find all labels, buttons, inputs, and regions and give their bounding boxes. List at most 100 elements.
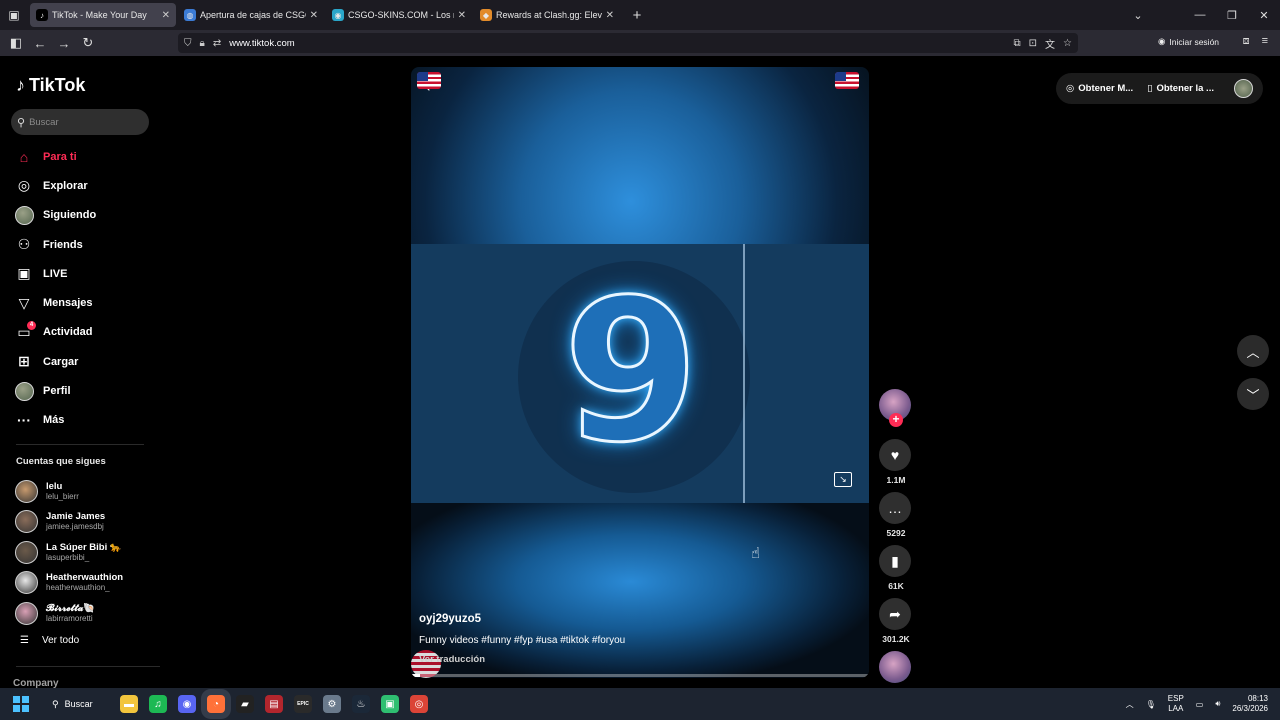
company-link[interactable]: Company [13,678,59,688]
following-account[interactable]: 𝓑𝓲𝓻𝓻𝓮𝓽𝓽𝓪🐚 labirramoretti [15,598,123,629]
spotify-icon[interactable]: ♫ [149,695,167,713]
following-account[interactable]: La Súper Bibi 🐆 lasuperbibi_ [15,537,123,568]
maximize-icon[interactable]: ❐ [1216,9,1248,22]
creator-avatar[interactable]: + [879,389,911,427]
profile-avatar[interactable] [1234,79,1253,98]
reload-icon[interactable]: ↻ [76,35,100,51]
next-video-button[interactable]: ﹀ [1237,378,1269,410]
sidebar-toggle-icon[interactable]: ◧ [4,35,28,51]
get-coins-button[interactable]: ◎ Obtener M... [1066,83,1133,94]
picture-in-picture-icon[interactable]: ⧉ [1014,38,1021,49]
music-disc-avatar[interactable] [879,651,911,683]
sidebar-item-live[interactable]: ▣ LIVE [14,259,164,288]
app-red-icon[interactable]: ▤ [265,695,283,713]
sidebar-item-para-ti[interactable]: ⌂ Para ti [14,142,164,171]
account-name: lelu [46,480,63,492]
video-author[interactable]: oyj29yuzo5 [419,613,481,625]
window-controls: ⌄ — ❐ ✕ [1122,0,1280,30]
sidebar-item-perfil[interactable]: Perfil [14,376,164,405]
comment-button[interactable]: … [879,492,911,524]
permissions-icon[interactable]: ⇄ [213,38,221,49]
sidebar-item-cargar[interactable]: ⊞ Cargar [14,347,164,376]
account-avatar [15,479,38,503]
clock[interactable]: 08:13 26/3/2026 [1232,694,1268,714]
browser-tab[interactable]: ♪ TikTok - Make Your Day ✕ [30,3,176,27]
close-tab-icon[interactable]: ✕ [162,10,170,21]
sidebar-item-explorar[interactable]: ◎ Explorar [14,171,164,200]
start-button[interactable] [0,688,42,720]
list-tabs-icon[interactable]: ⌄ [1122,9,1154,22]
sidebar-item-actividad[interactable]: ▭ 4 Actividad [14,318,164,347]
bookmark-icon: ▮ [891,552,899,569]
settings-icon[interactable]: ⚙ [323,695,341,713]
forward-icon[interactable]: → [52,36,76,51]
file-explorer-icon[interactable]: ▬ [120,695,138,713]
url-text[interactable]: www.tiktok.com [229,38,294,49]
tab-overview-icon[interactable]: ▣ [0,0,28,30]
signin-button[interactable]: ◉ Iniciar sesión [1158,36,1219,47]
see-translation-link[interactable]: Ver traducción [419,654,485,665]
sidebar-item-label: Más [43,414,65,427]
app-dark-icon[interactable]: ▰ [236,695,254,713]
taskbar-search[interactable]: ⚲ Buscar [52,699,120,710]
browser-tab[interactable]: ◍ Apertura de cajas de CSGO y CS ✕ [178,3,324,27]
save-to-pocket-icon[interactable]: ⊡ [1029,38,1037,49]
pip-icon[interactable]: ↘ [834,472,852,487]
chrome-icon[interactable]: ◎ [410,695,428,713]
windows-taskbar: ⚲ Buscar ▬ ♫ ◉ ◔ ▰ ▤ EPIC ⚙ ♨ ▣ ◎ ︿ 🎙︎ ESP LAA ▭ 🔊… [0,688,1280,720]
epic-games-icon[interactable]: EPIC [294,695,312,713]
like-button[interactable]: ♥ [879,439,911,471]
get-app-button[interactable]: ▯ Obtener la ... [1147,83,1214,94]
back-icon[interactable]: ← [28,36,52,51]
search-input[interactable] [29,116,140,128]
bookmark-star-icon[interactable]: ☆ [1063,38,1072,49]
url-bar[interactable]: ⛉ 🔒︎ ⇄ www.tiktok.com ⧉ ⊡ 文 ☆ [178,33,1078,53]
new-tab-button[interactable]: + [626,7,648,24]
comment-icon: … [888,500,902,516]
firefox-icon[interactable]: ◔ [207,695,225,713]
following-account[interactable]: Jamie James jamiee.jamesdbj [15,507,123,538]
browser-nav-bar: ◧ ← → ↻ ⛉ 🔒︎ ⇄ www.tiktok.com ⧉ ⊡ 文 ☆ ◉ … [0,30,1280,56]
video-player[interactable]: 9 🔈︎ ↘ oyj29yuzo5 Funny videos #funny #f… [411,67,869,678]
shield-icon[interactable]: ⛉ [184,38,192,49]
language-indicator[interactable]: ESP LAA [1168,694,1184,714]
search-box[interactable]: ⚲ [11,109,149,135]
chevron-down-icon: ﹀ [1246,387,1260,403]
tiktok-logo[interactable]: ♪ TikTok [16,75,85,96]
sidebar-item-m-s[interactable]: ··· Más [14,406,164,435]
sidebar-item-friends[interactable]: ⚇ Friends [14,230,164,259]
previous-video-button[interactable]: ︿ [1237,335,1269,367]
following-account[interactable]: lelu lelu_bierr [15,476,123,507]
speaker-icon[interactable]: 🔊︎ [1215,699,1220,709]
see-all-button[interactable]: ☰ Ver todo [20,635,79,646]
following-account[interactable]: Heatherwauthion heatherwauthion_ [15,568,123,599]
share-button[interactable]: ➦ [879,598,911,630]
microphone-icon[interactable]: 🎙︎ [1146,700,1156,709]
close-tab-icon[interactable]: ✕ [458,10,466,21]
steam-icon[interactable]: ♨ [352,695,370,713]
browser-tab[interactable]: ◆ Rewards at Clash.gg: Elevate Yo ✕ [474,3,620,27]
menu-icon[interactable]: ≡ [1262,35,1268,48]
sidebar-item-mensajes[interactable]: ▽ Mensajes [14,288,164,317]
comment-count: 5292 [886,528,906,538]
sidebar-item-siguiendo[interactable]: Siguiendo [14,201,164,230]
extensions-icon[interactable]: ⧈ [1243,35,1250,48]
close-window-icon[interactable]: ✕ [1248,9,1280,22]
account-username: labirramoretti [46,613,93,623]
app-green-icon[interactable]: ▣ [381,695,399,713]
close-tab-icon[interactable]: ✕ [606,10,614,21]
network-icon[interactable]: ▭ [1196,700,1204,709]
discord-icon[interactable]: ◉ [178,695,196,713]
translate-icon[interactable]: 文 [1045,36,1055,51]
close-tab-icon[interactable]: ✕ [310,10,318,21]
save-button[interactable]: ▮ [879,545,911,577]
taskbar-apps: ▬ ♫ ◉ ◔ ▰ ▤ EPIC ⚙ ♨ ▣ ◎ [120,695,428,713]
plus-box-icon: ⊞ [18,353,30,370]
browser-tab[interactable]: ◉ CSGO-SKINS.COM - Los mejores ✕ [326,3,472,27]
video-progress-bar[interactable] [411,674,869,677]
chevron-up-icon[interactable]: ︿ [1126,699,1134,710]
lock-icon[interactable]: 🔒︎ [200,38,205,49]
follow-plus-icon[interactable]: + [889,413,903,427]
minimize-icon[interactable]: — [1184,9,1216,21]
tiktok-icon: ♪ [36,9,48,21]
